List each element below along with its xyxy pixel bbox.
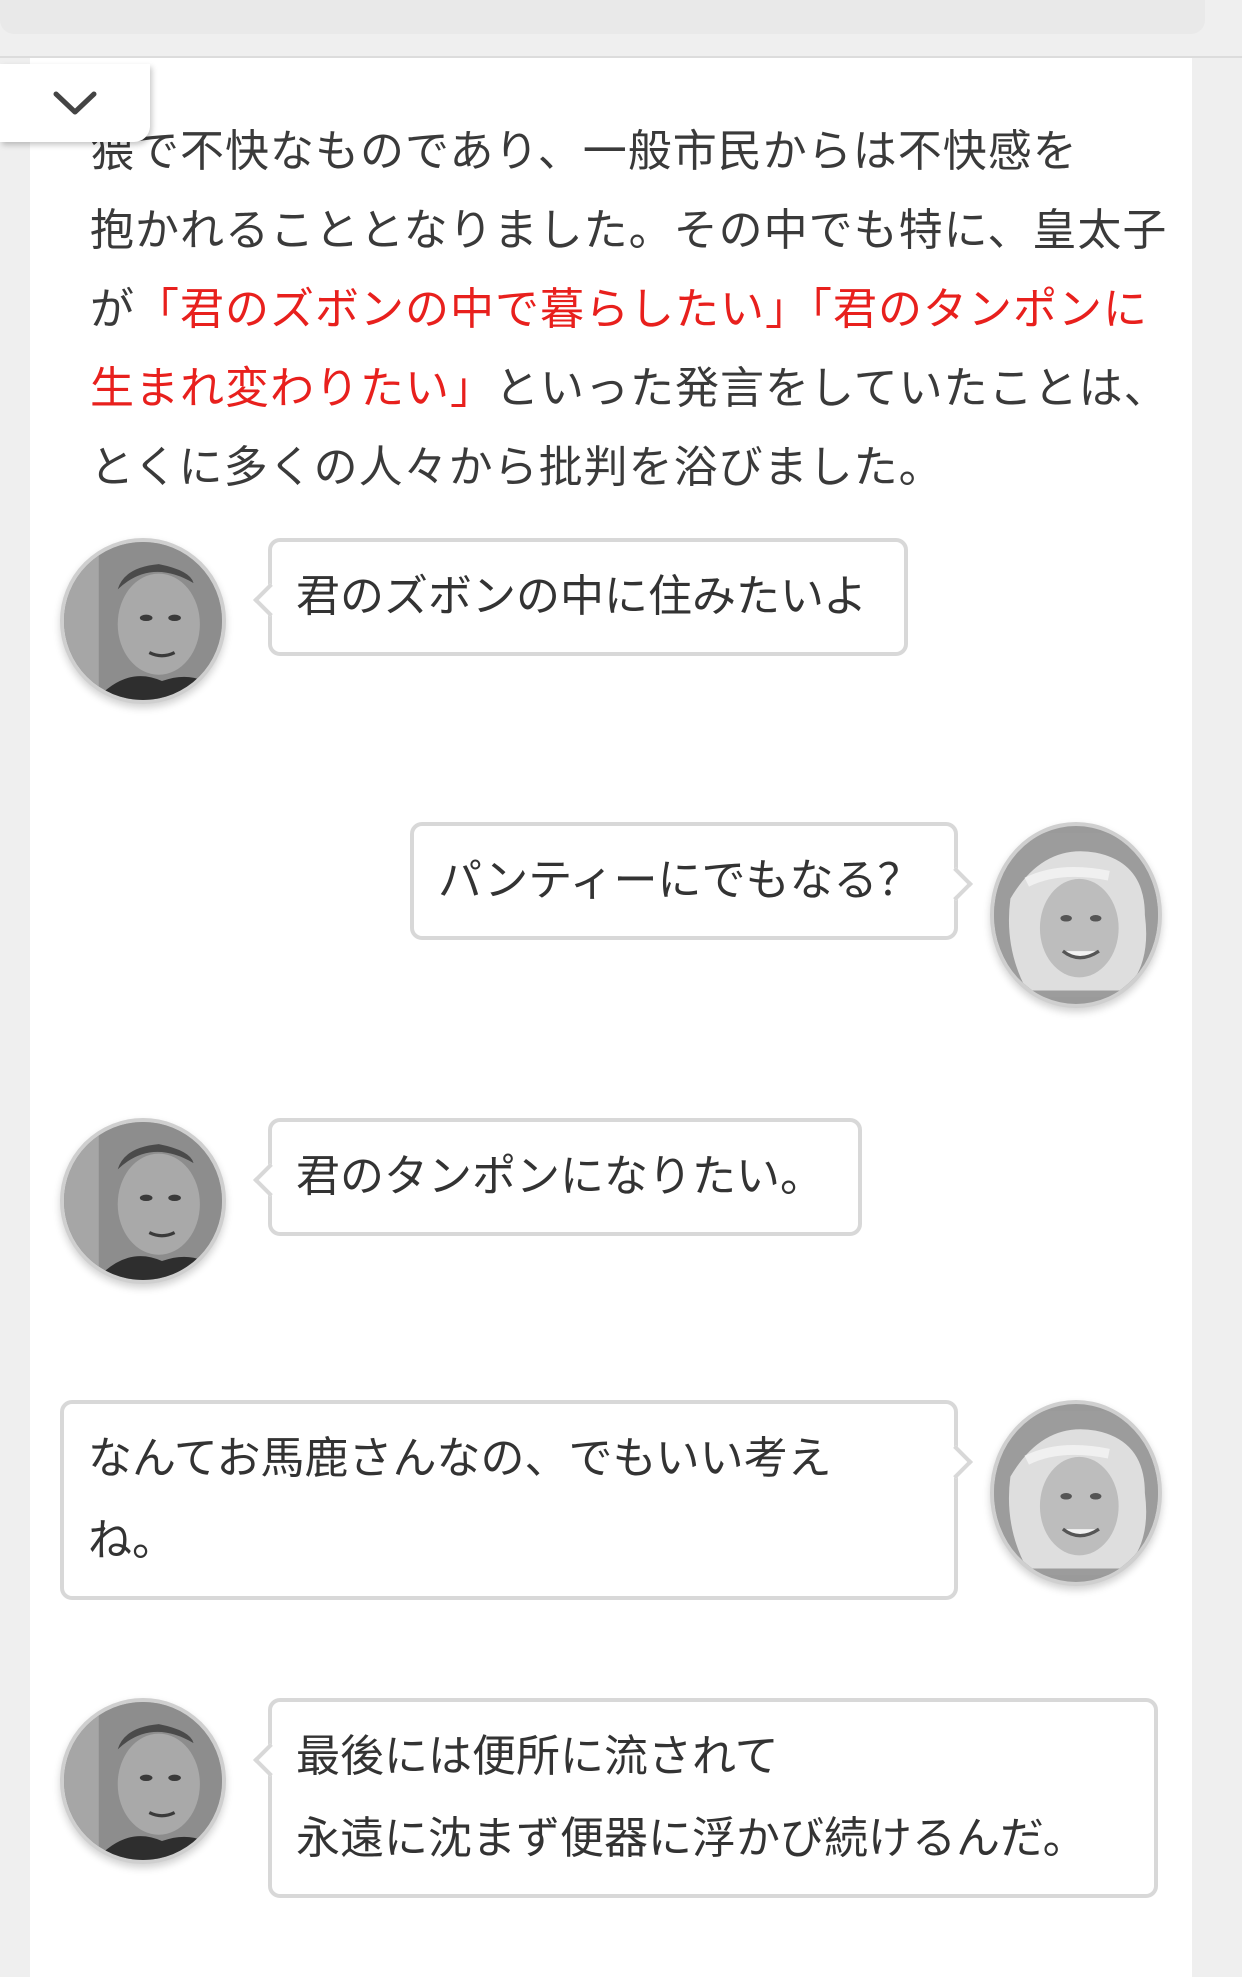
man-portrait-icon (64, 542, 222, 700)
paragraph-line: 猥で不快なものであり、一般市民からは不快感を (90, 126, 1078, 177)
top-strip (0, 0, 1242, 58)
chat-text: なんてお馬鹿さんなの、でもいい考え (88, 1433, 832, 1484)
collapse-toggle-button[interactable] (0, 64, 150, 142)
woman-portrait-icon (994, 1411, 1158, 1575)
chat-text: 君のズボンの中に住みたいよ (296, 571, 868, 622)
paragraph-line: 抱かれることとなりました。その中でも特に、皇太子 (90, 205, 1168, 256)
man-portrait-icon (64, 1122, 222, 1280)
chat-text: 永遠に沈まず便器に浮かび続けるんだ。 (296, 1813, 1087, 1864)
chat-bubble: パンティーにでもなる？ (410, 822, 958, 940)
man-portrait-icon (64, 1702, 222, 1860)
chat-bubble: なんてお馬鹿さんなの、でもいい考え ね。 (60, 1400, 958, 1600)
man-avatar (60, 538, 226, 704)
man-avatar (60, 1118, 226, 1284)
top-bar (0, 0, 1205, 34)
chat-bubble: 君のタンポンになりたい。 (268, 1118, 862, 1236)
highlighted-quote: 生まれ変わりたい」 (90, 363, 495, 414)
paragraph-line: 生まれ変わりたい」といった発言をしていたことは、 (90, 349, 1180, 428)
man-avatar (60, 1698, 226, 1864)
article-paragraph: 猥で不快なものであり、一般市民からは不快感を 抱かれることとなりました。その中で… (90, 112, 1180, 507)
paragraph-line: とくに多くの人々から批判を浴びました。 (90, 442, 944, 493)
chat-text: パンティーにでもなる？ (438, 855, 922, 906)
chat-text: 君のタンポンになりたい。 (296, 1151, 824, 1202)
chat-text: ね。 (88, 1515, 176, 1566)
paragraph-text: といった発言をしていたことは、 (495, 363, 1169, 414)
article-content: 猥で不快なものであり、一般市民からは不快感を 抱かれることとなりました。その中で… (30, 58, 1192, 1977)
chevron-down-icon (53, 91, 97, 115)
highlighted-quote: 「君のズボンの中で暮らしたい」「君のタンポンに (135, 284, 1148, 335)
paragraph-text: が (90, 284, 135, 335)
woman-avatar (990, 822, 1162, 1008)
chat-text: 最後には便所に流されて (296, 1731, 779, 1782)
chat-bubble: 最後には便所に流されて 永遠に沈まず便器に浮かび続けるんだ。 (268, 1698, 1158, 1898)
woman-avatar (990, 1400, 1162, 1586)
paragraph-line: が「君のズボンの中で暮らしたい」「君のタンポンに (90, 270, 1180, 349)
woman-portrait-icon (994, 833, 1158, 997)
chat-bubble: 君のズボンの中に住みたいよ (268, 538, 908, 656)
